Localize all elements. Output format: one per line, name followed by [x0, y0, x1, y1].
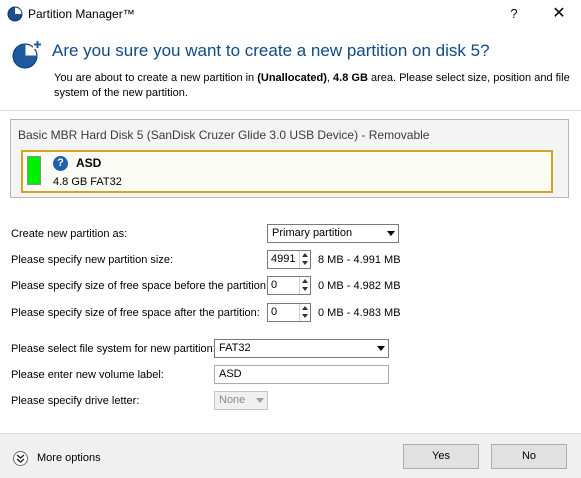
size-value: 4991	[271, 253, 296, 265]
create-as-label: Create new partition as:	[11, 228, 128, 240]
area-name: (Unallocated)	[257, 72, 327, 84]
dropdown-arrow-icon	[256, 398, 264, 403]
partition-info: 4.8 GB FAT32	[53, 176, 122, 188]
volume-label-input[interactable]: ASD	[214, 365, 389, 384]
no-button[interactable]: No	[491, 444, 567, 469]
spin-down-icon	[302, 287, 308, 291]
spin-up-icon	[302, 253, 308, 257]
after-value: 0	[271, 306, 278, 318]
spin-down-icon	[302, 314, 308, 318]
file-system-label: Please select file system for new partit…	[11, 343, 216, 355]
area-size: 4.8 GB	[333, 72, 368, 84]
spin-down-icon	[302, 261, 308, 265]
file-system-select[interactable]: FAT32	[214, 339, 389, 358]
before-range: 0 MB - 4.982 MB	[318, 280, 401, 292]
spin-up-icon	[302, 306, 308, 310]
partition-color-swatch	[27, 156, 41, 185]
partition-block[interactable]: ? ASD 4.8 GB FAT32	[21, 150, 553, 193]
partition-type-select[interactable]: Primary partition	[267, 224, 399, 243]
partition-name: ASD	[76, 156, 102, 170]
drive-letter-select[interactable]: None	[214, 391, 268, 410]
spin-buttons[interactable]	[299, 277, 310, 294]
question-icon: ?	[53, 156, 68, 171]
dialog-footer: More options Yes No	[0, 433, 581, 478]
before-value: 0	[271, 279, 278, 291]
partition-type-value: Primary partition	[272, 227, 353, 239]
title-bar: Partition Manager™ ? ✕	[0, 0, 581, 28]
disk-map: Basic MBR Hard Disk 5 (SanDisk Cruzer Gl…	[10, 119, 569, 198]
dropdown-arrow-icon	[387, 231, 395, 236]
app-icon	[7, 6, 23, 22]
drive-letter-value: None	[219, 394, 246, 406]
size-range: 8 MB - 4.991 MB	[318, 254, 401, 266]
disk-title: Basic MBR Hard Disk 5 (SanDisk Cruzer Gl…	[18, 128, 430, 142]
dropdown-arrow-icon	[377, 346, 385, 351]
size-label: Please specify new partition size:	[11, 254, 174, 266]
yes-button[interactable]: Yes	[403, 444, 479, 469]
dialog-header: Are you sure you want to create a new pa…	[0, 28, 581, 110]
spin-buttons[interactable]	[299, 251, 310, 268]
dialog-description: You are about to create a new partition …	[54, 72, 570, 99]
drive-letter-label: Please specify drive letter:	[11, 395, 140, 407]
file-system-value: FAT32	[219, 342, 251, 354]
after-label: Please specify size of free space after …	[11, 307, 260, 319]
spin-up-icon	[302, 279, 308, 283]
after-stepper[interactable]: 0	[267, 303, 311, 322]
more-options-link[interactable]: More options	[37, 452, 101, 464]
before-label: Please specify size of free space before…	[11, 280, 270, 292]
close-button[interactable]: ✕	[537, 0, 581, 28]
before-stepper[interactable]: 0	[267, 276, 311, 295]
new-partition-icon	[12, 40, 42, 69]
after-range: 0 MB - 4.983 MB	[318, 307, 401, 319]
size-stepper[interactable]: 4991	[267, 250, 311, 269]
volume-label-label: Please enter new volume label:	[11, 369, 164, 381]
help-button[interactable]: ?	[492, 0, 536, 28]
chevron-down-icon[interactable]	[13, 451, 28, 466]
window-title: Partition Manager™	[28, 7, 135, 21]
dialog-question: Are you sure you want to create a new pa…	[52, 41, 490, 60]
dialog-content: Basic MBR Hard Disk 5 (SanDisk Cruzer Gl…	[0, 110, 581, 433]
spin-buttons[interactable]	[299, 304, 310, 321]
